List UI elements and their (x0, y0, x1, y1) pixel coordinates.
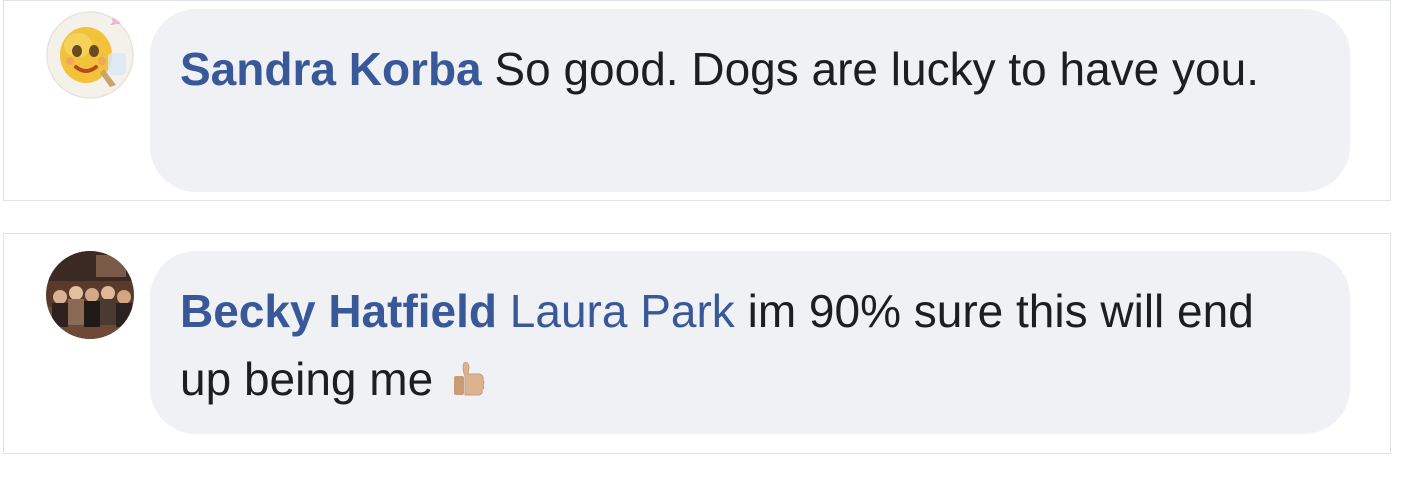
comment-bubble: Becky Hatfield Laura Park im 90% sure th… (150, 251, 1350, 434)
comment-author-link[interactable]: Becky Hatfield (180, 285, 497, 337)
comment-bubble: Sandra Korba So good. Dogs are lucky to … (150, 9, 1350, 192)
comment-card: Becky Hatfield Laura Park im 90% sure th… (3, 233, 1391, 454)
group-photo-avatar-icon (46, 251, 134, 339)
avatar[interactable] (46, 11, 134, 99)
comment-text: So good. Dogs are lucky to have you. (494, 43, 1259, 95)
emoji-face-avatar-icon (46, 11, 134, 99)
comment-author-link[interactable]: Sandra Korba (180, 43, 482, 95)
thumbs-up-icon (450, 349, 486, 417)
comment-card: Sandra Korba So good. Dogs are lucky to … (3, 0, 1391, 201)
mention-link[interactable]: Laura Park (510, 285, 735, 337)
avatar[interactable] (46, 251, 134, 339)
